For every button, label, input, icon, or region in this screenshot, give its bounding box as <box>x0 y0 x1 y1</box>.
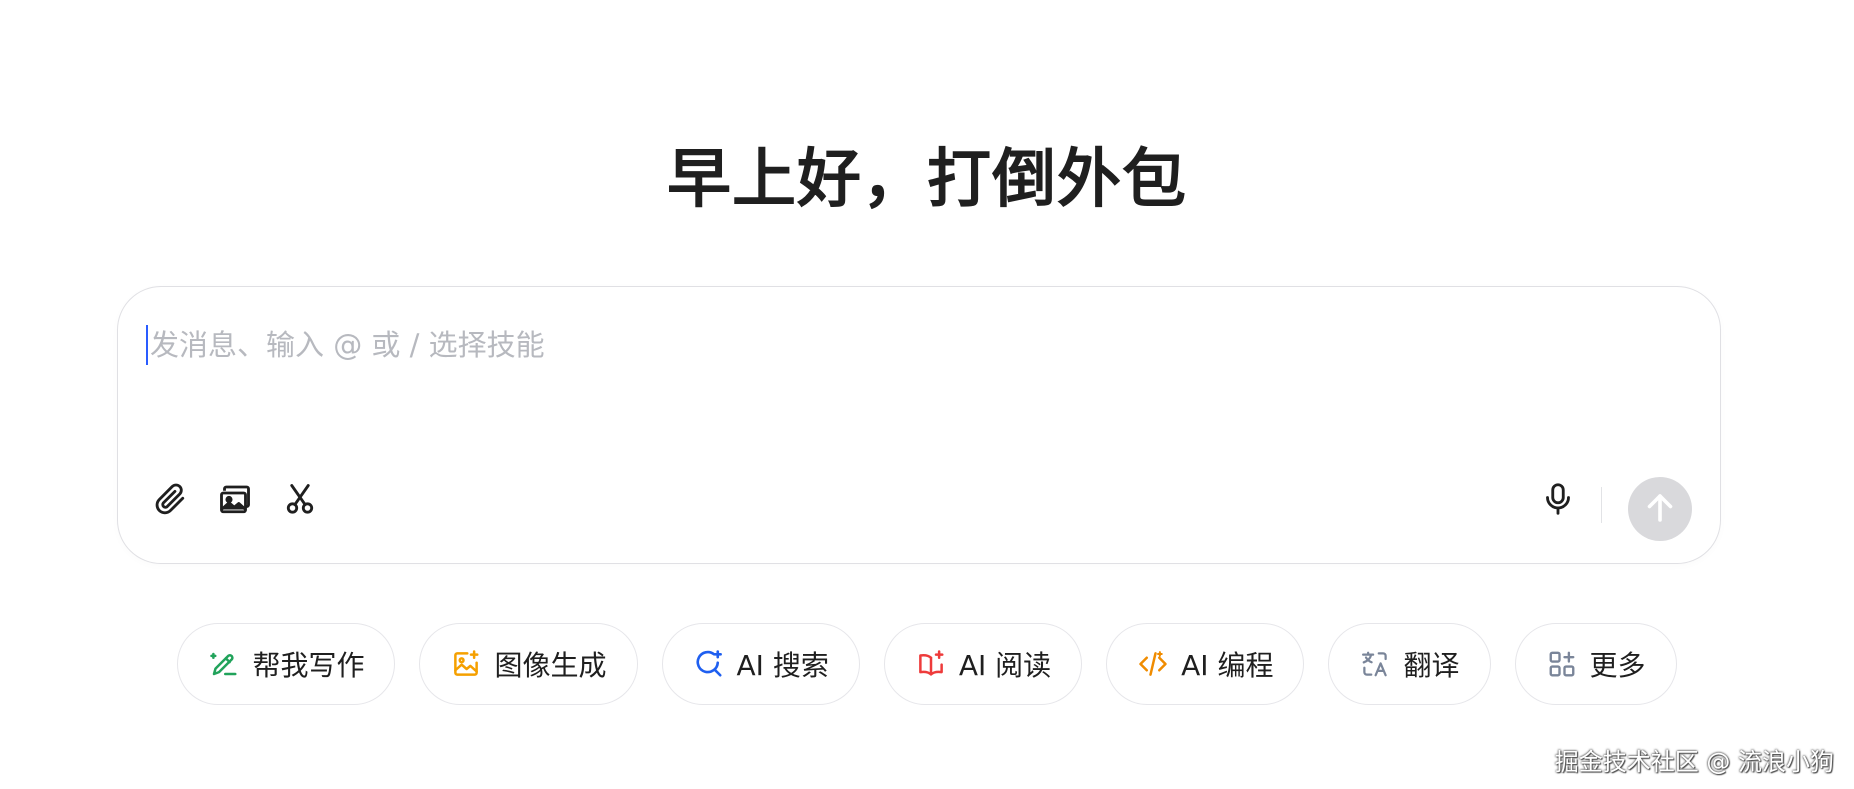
upload-image-button[interactable] <box>213 479 257 523</box>
skill-ai-reading[interactable]: AI 阅读 <box>883 623 1083 705</box>
skill-ai-search[interactable]: AI 搜索 <box>661 623 860 705</box>
text-caret <box>146 325 148 365</box>
arrow-up-icon <box>1642 490 1678 529</box>
skill-image-generation[interactable]: 图像生成 <box>419 623 638 705</box>
skill-label: AI 编程 <box>1181 649 1274 682</box>
image-stack-icon <box>217 481 253 521</box>
send-button[interactable] <box>1628 477 1692 541</box>
skill-label: 更多 <box>1589 649 1646 682</box>
skill-more[interactable]: 更多 <box>1514 623 1677 705</box>
greeting-title: 早上好，打倒外包 <box>667 143 1187 217</box>
skill-ai-coding[interactable]: AI 编程 <box>1106 623 1305 705</box>
skill-writing[interactable]: 帮我写作 <box>177 623 396 705</box>
grid-plus-icon <box>1546 648 1578 680</box>
skill-label: 图像生成 <box>494 649 607 682</box>
skill-label: AI 搜索 <box>736 649 829 682</box>
translate-icon <box>1359 648 1391 680</box>
toolbar-divider <box>1601 487 1602 523</box>
skill-label: 翻译 <box>1403 649 1460 682</box>
skill-shortcuts: 帮我写作 图像生成 AI 搜索 AI 阅读 AI 编程 翻译 更多 <box>0 623 1854 705</box>
microphone-icon <box>1540 481 1576 521</box>
skill-translate[interactable]: 翻译 <box>1328 623 1491 705</box>
message-composer <box>117 286 1721 564</box>
book-sparkle-icon <box>915 648 947 680</box>
skill-label: AI 阅读 <box>958 649 1052 682</box>
attach-file-button[interactable] <box>148 479 192 523</box>
code-icon <box>1137 648 1169 680</box>
search-sparkle-icon <box>693 648 725 680</box>
pen-sparkle-icon <box>208 648 240 680</box>
page: 早上好，打倒外包 发消息、输入 @ 或 / 选择技能 帮我写作 图像生成 AI … <box>0 0 1854 789</box>
paperclip-icon <box>152 481 188 521</box>
voice-input-button[interactable] <box>1536 479 1580 523</box>
watermark: 掘金技术社区 @ 流浪小狗 <box>1554 748 1834 776</box>
scissors-icon <box>282 481 318 521</box>
image-sparkle-icon <box>450 648 482 680</box>
skill-label: 帮我写作 <box>252 649 365 682</box>
screenshot-button[interactable] <box>278 479 322 523</box>
message-input[interactable] <box>146 323 1690 367</box>
